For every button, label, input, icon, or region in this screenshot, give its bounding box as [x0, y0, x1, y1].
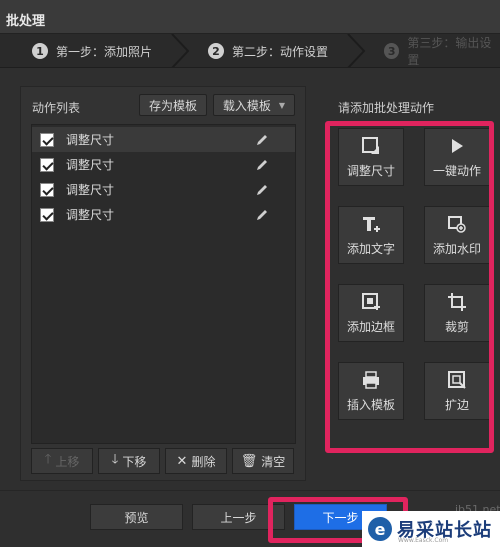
save-template-button[interactable]: 存为模板 — [139, 94, 207, 116]
checkbox[interactable] — [40, 182, 54, 197]
load-template-label: 载入模板 — [222, 98, 271, 113]
delete-button[interactable]: ✕ 删除 — [165, 448, 227, 474]
move-up-button[interactable]: 🡑 上移 — [31, 448, 93, 474]
move-down-label: 下移 — [122, 454, 147, 469]
action-list-title: 动作列表 — [32, 101, 81, 115]
action-list[interactable]: 调整尺寸 调整尺寸 调整尺寸 调整尺寸 — [31, 124, 296, 444]
step-1-number: 1 — [32, 43, 48, 59]
title-bar: 批处理 — [0, 0, 500, 34]
list-item[interactable]: 调整尺寸 — [32, 177, 295, 202]
step-2-label: 第二步：动作设置 — [232, 44, 329, 59]
list-item[interactable]: 调整尺寸 — [32, 152, 295, 177]
pencil-icon[interactable] — [255, 158, 269, 172]
step-2-number: 2 — [208, 43, 224, 59]
action-label: 调整尺寸 — [66, 183, 115, 197]
step-1[interactable]: 1 第一步：添加照片 — [32, 34, 153, 67]
step-2[interactable]: 2 第二步：动作设置 — [208, 34, 329, 67]
list-item[interactable]: 调整尺寸 — [32, 127, 295, 152]
step-3-label: 第三步：输出设置 — [407, 36, 492, 67]
action-label: 调整尺寸 — [66, 133, 115, 147]
load-template-dropdown[interactable]: 载入模板 ▼ — [213, 94, 295, 116]
dropdown-caret-icon: ▼ — [278, 100, 286, 110]
step-3[interactable]: 3 第三步：输出设置 — [384, 34, 500, 67]
delete-label: 删除 — [191, 454, 216, 469]
action-label: 调整尺寸 — [66, 158, 115, 172]
preview-button[interactable]: 预览 — [90, 504, 183, 530]
pencil-icon[interactable] — [255, 183, 269, 197]
checkbox[interactable] — [40, 157, 54, 172]
move-up-label: 上移 — [55, 454, 80, 469]
pencil-icon[interactable] — [255, 208, 269, 222]
pencil-icon[interactable] — [255, 133, 269, 147]
clear-button[interactable]: 🗑 清空 — [232, 448, 294, 474]
window-title: 批处理 — [6, 14, 46, 29]
arrow-down-icon: 🡓 — [111, 452, 119, 467]
action-label: 调整尺寸 — [66, 208, 115, 222]
clear-label: 清空 — [261, 454, 286, 469]
close-icon: ✕ — [176, 453, 188, 469]
watermark-logo: e 易采站长站 Www.Easck.Com — [362, 511, 500, 547]
highlight-box-actions — [325, 121, 494, 453]
checkbox[interactable] — [40, 207, 54, 222]
chevron-right-icon — [347, 34, 366, 67]
chevron-right-icon — [171, 34, 190, 67]
list-item[interactable]: 调整尺寸 — [32, 202, 295, 227]
arrow-up-icon: 🡑 — [44, 452, 52, 467]
step-3-number: 3 — [384, 43, 400, 59]
watermark-subtext: Www.Easck.Com — [398, 537, 449, 544]
step-1-label: 第一步：添加照片 — [56, 44, 153, 59]
add-action-title: 请添加批处理动作 — [338, 101, 435, 115]
site-logo-icon: e — [368, 517, 392, 541]
move-down-button[interactable]: 🡓 下移 — [98, 448, 160, 474]
checkbox[interactable] — [40, 132, 54, 147]
trash-icon: 🗑 — [240, 453, 258, 469]
step-bar: 1 第一步：添加照片 2 第二步：动作设置 3 第三步：输出设置 — [0, 34, 500, 68]
